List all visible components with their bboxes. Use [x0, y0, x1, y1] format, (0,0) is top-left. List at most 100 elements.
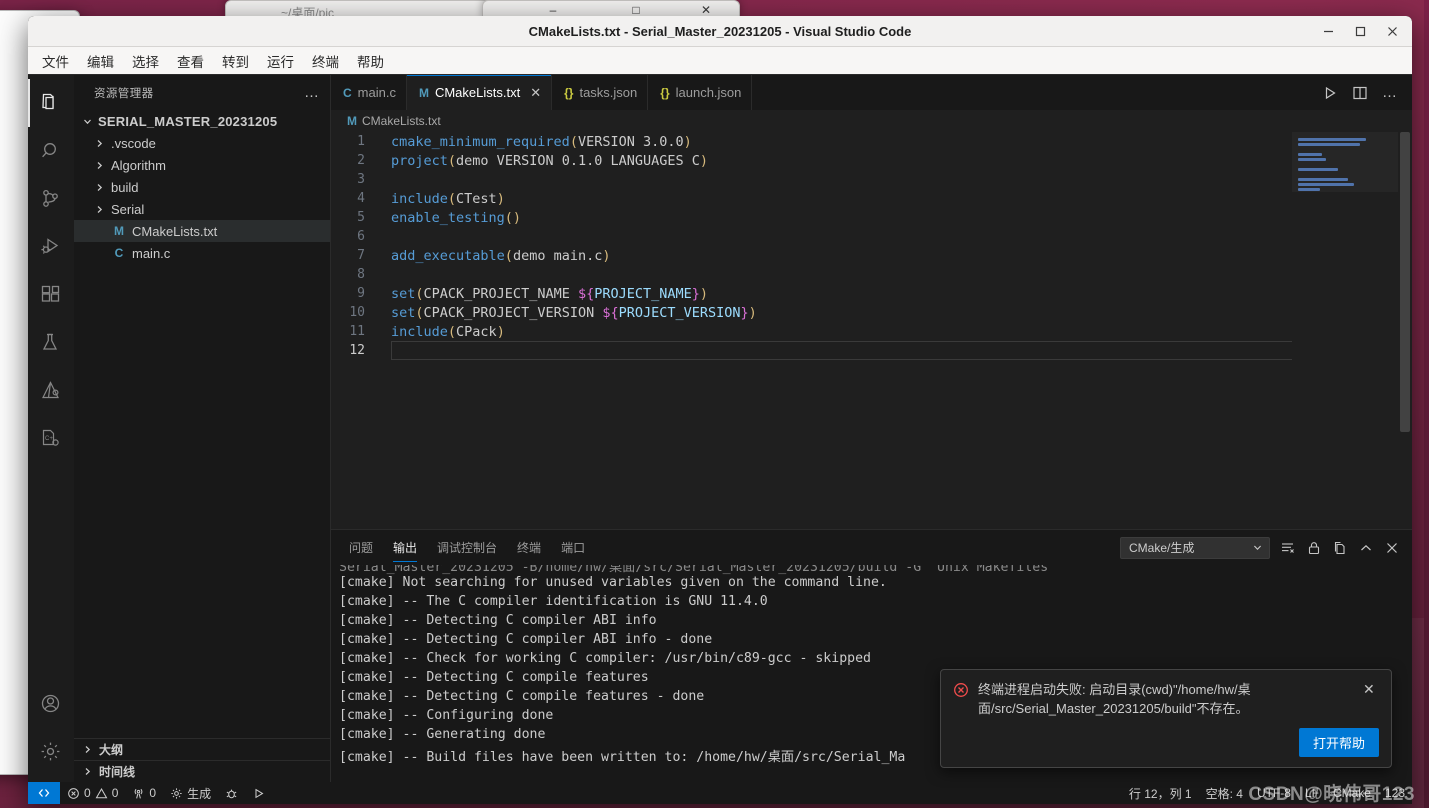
clear-output-button[interactable]	[1280, 540, 1296, 556]
code-token: }	[740, 304, 749, 321]
status-cmake-run[interactable]	[245, 782, 272, 804]
status-cursor-position[interactable]: 行 12，列 1	[1122, 782, 1199, 804]
code-editor[interactable]: 1 cmake_minimum_required(VERSION 3.0.0) …	[331, 132, 1412, 529]
tab-tasks-json[interactable]: {} tasks.json	[552, 75, 649, 110]
status-eol[interactable]: LF	[1298, 782, 1326, 804]
panel-tab-ports[interactable]: 端口	[561, 530, 585, 565]
lock-scroll-button[interactable]	[1306, 540, 1322, 556]
menu-help[interactable]: 帮助	[349, 48, 392, 74]
remote-indicator[interactable]	[28, 782, 60, 804]
explorer-item-algorithm[interactable]: Algorithm	[74, 154, 330, 176]
explorer-item-vscode[interactable]: .vscode	[74, 132, 330, 154]
maximize-button[interactable]	[1346, 20, 1374, 42]
sidebar-section-outline[interactable]: 大纲	[74, 738, 330, 760]
menu-view[interactable]: 查看	[169, 48, 212, 74]
tab-close-icon[interactable]: ✕	[530, 85, 541, 101]
status-indentation[interactable]: 空格: 4	[1199, 782, 1250, 804]
explorer-item-mainc[interactable]: C main.c	[74, 242, 330, 264]
error-icon	[953, 682, 969, 718]
code-content[interactable]: 1 cmake_minimum_required(VERSION 3.0.0) …	[331, 132, 1412, 529]
activity-settings[interactable]	[28, 728, 74, 776]
tab-main-c[interactable]: C main.c	[331, 75, 407, 110]
chevron-right-icon	[94, 204, 106, 215]
vscode-window: CMakeLists.txt - Serial_Master_20231205 …	[28, 16, 1412, 804]
close-panel-button[interactable]	[1384, 540, 1400, 556]
line-number: 10	[349, 305, 365, 320]
code-token: include	[391, 323, 448, 340]
explorer-item-label: CMakeLists.txt	[132, 223, 218, 239]
open-help-button[interactable]: 打开帮助	[1298, 728, 1379, 757]
background-window-close[interactable]: ✕	[691, 3, 721, 17]
split-editor-button[interactable]	[1352, 85, 1368, 101]
minimap[interactable]	[1292, 132, 1398, 529]
notification-toast[interactable]: 终端进程启动失败: 启动目录(cwd)"/home/hw/桌面/src/Seri…	[940, 669, 1392, 768]
notification-close-icon[interactable]: ✕	[1363, 681, 1379, 718]
activity-cmake[interactable]	[28, 367, 74, 415]
chevron-right-icon	[94, 182, 106, 193]
editor-scrollbar[interactable]	[1398, 132, 1412, 529]
activity-explorer[interactable]	[28, 79, 74, 127]
explorer-more-actions-icon[interactable]: …	[304, 84, 320, 101]
menu-select[interactable]: 选择	[124, 48, 167, 74]
panel-tab-debug-console[interactable]: 调试控制台	[437, 530, 497, 565]
panel-tab-problems[interactable]: 问题	[349, 530, 373, 565]
status-error-count: 0	[84, 786, 91, 800]
desktop-background: 文件, 人用 王 tyU 圣 db gdb m 文 RIT 文件 AL_ 添加 …	[0, 0, 1429, 808]
code-token: CTest	[456, 190, 497, 207]
background-window-minimize-2[interactable]: –	[538, 3, 568, 17]
window-controls	[1314, 20, 1406, 42]
panel-tab-output[interactable]: 输出	[393, 530, 418, 565]
menu-edit[interactable]: 编辑	[79, 48, 122, 74]
status-cmake-debug[interactable]	[218, 782, 245, 804]
activity-accounts[interactable]	[28, 680, 74, 728]
tab-label: main.c	[357, 85, 396, 100]
panel-tab-terminal[interactable]: 终端	[517, 530, 541, 565]
explorer-item-build[interactable]: build	[74, 176, 330, 198]
activity-testing[interactable]	[28, 319, 74, 367]
status-notifications[interactable]: 123	[1378, 782, 1412, 804]
status-problems[interactable]: 0 0	[60, 782, 125, 804]
menu-file[interactable]: 文件	[34, 48, 77, 74]
explorer-item-cmakelists[interactable]: M CMakeLists.txt	[74, 220, 330, 242]
code-token: CPack	[456, 323, 497, 340]
explorer-root-folder[interactable]: SERIAL_MASTER_20231205	[74, 110, 330, 132]
maximize-panel-button[interactable]	[1358, 540, 1374, 556]
activity-source-control[interactable]	[28, 175, 74, 223]
output-line: Serial_Master_20231205 -B/home/hw/桌面/src…	[339, 565, 1057, 575]
minimize-button[interactable]	[1314, 20, 1342, 42]
menu-run[interactable]: 运行	[259, 48, 302, 74]
menu-terminal[interactable]: 终端	[304, 48, 347, 74]
status-language-mode[interactable]: CMake	[1326, 782, 1378, 804]
sidebar-section-timeline[interactable]: 时间线	[74, 760, 330, 782]
tab-launch-json[interactable]: {} launch.json	[648, 75, 753, 110]
menu-go[interactable]: 转到	[214, 48, 257, 74]
run-code-button[interactable]	[1322, 85, 1338, 101]
explorer-item-serial[interactable]: Serial	[74, 198, 330, 220]
code-token: )	[602, 247, 611, 264]
breadcrumb[interactable]: M CMakeLists.txt	[331, 110, 1412, 132]
code-line: 11 include(CPack)	[331, 322, 1412, 341]
panel-toolbar: CMake/生成	[1120, 536, 1412, 559]
code-line: 6	[331, 227, 1412, 246]
status-warning-count: 0	[111, 786, 119, 800]
activity-extensions[interactable]	[28, 271, 74, 319]
code-token: (	[504, 247, 513, 264]
activity-cpp-tools[interactable]: C+	[28, 415, 74, 463]
output-channel-select[interactable]: CMake/生成	[1120, 536, 1270, 559]
status-cmake-build[interactable]: 生成	[163, 782, 218, 804]
editor-scrollbar-thumb[interactable]	[1400, 132, 1410, 432]
background-window-maximize[interactable]: □	[621, 3, 651, 17]
activity-run-and-debug[interactable]	[28, 223, 74, 271]
status-radio-tower[interactable]: 0	[125, 782, 163, 804]
status-encoding[interactable]: UTF-8	[1250, 782, 1298, 804]
minimap-slider[interactable]	[1292, 132, 1398, 192]
activity-search[interactable]	[28, 127, 74, 175]
more-actions-button[interactable]: …	[1382, 84, 1398, 101]
tab-cmakelists-txt[interactable]: M CMakeLists.txt ✕	[406, 75, 553, 110]
status-bar: 0 0 0 生成 行 12，列 1 空格: 4 UTF-8 LF CMake 1…	[28, 782, 1412, 804]
code-line: 7 add_executable(demo main.c)	[331, 246, 1412, 265]
open-in-editor-button[interactable]	[1332, 540, 1348, 556]
line-number: 3	[357, 172, 365, 187]
code-token: CPACK_PROJECT_NAME	[423, 285, 578, 302]
close-button[interactable]	[1378, 20, 1406, 42]
